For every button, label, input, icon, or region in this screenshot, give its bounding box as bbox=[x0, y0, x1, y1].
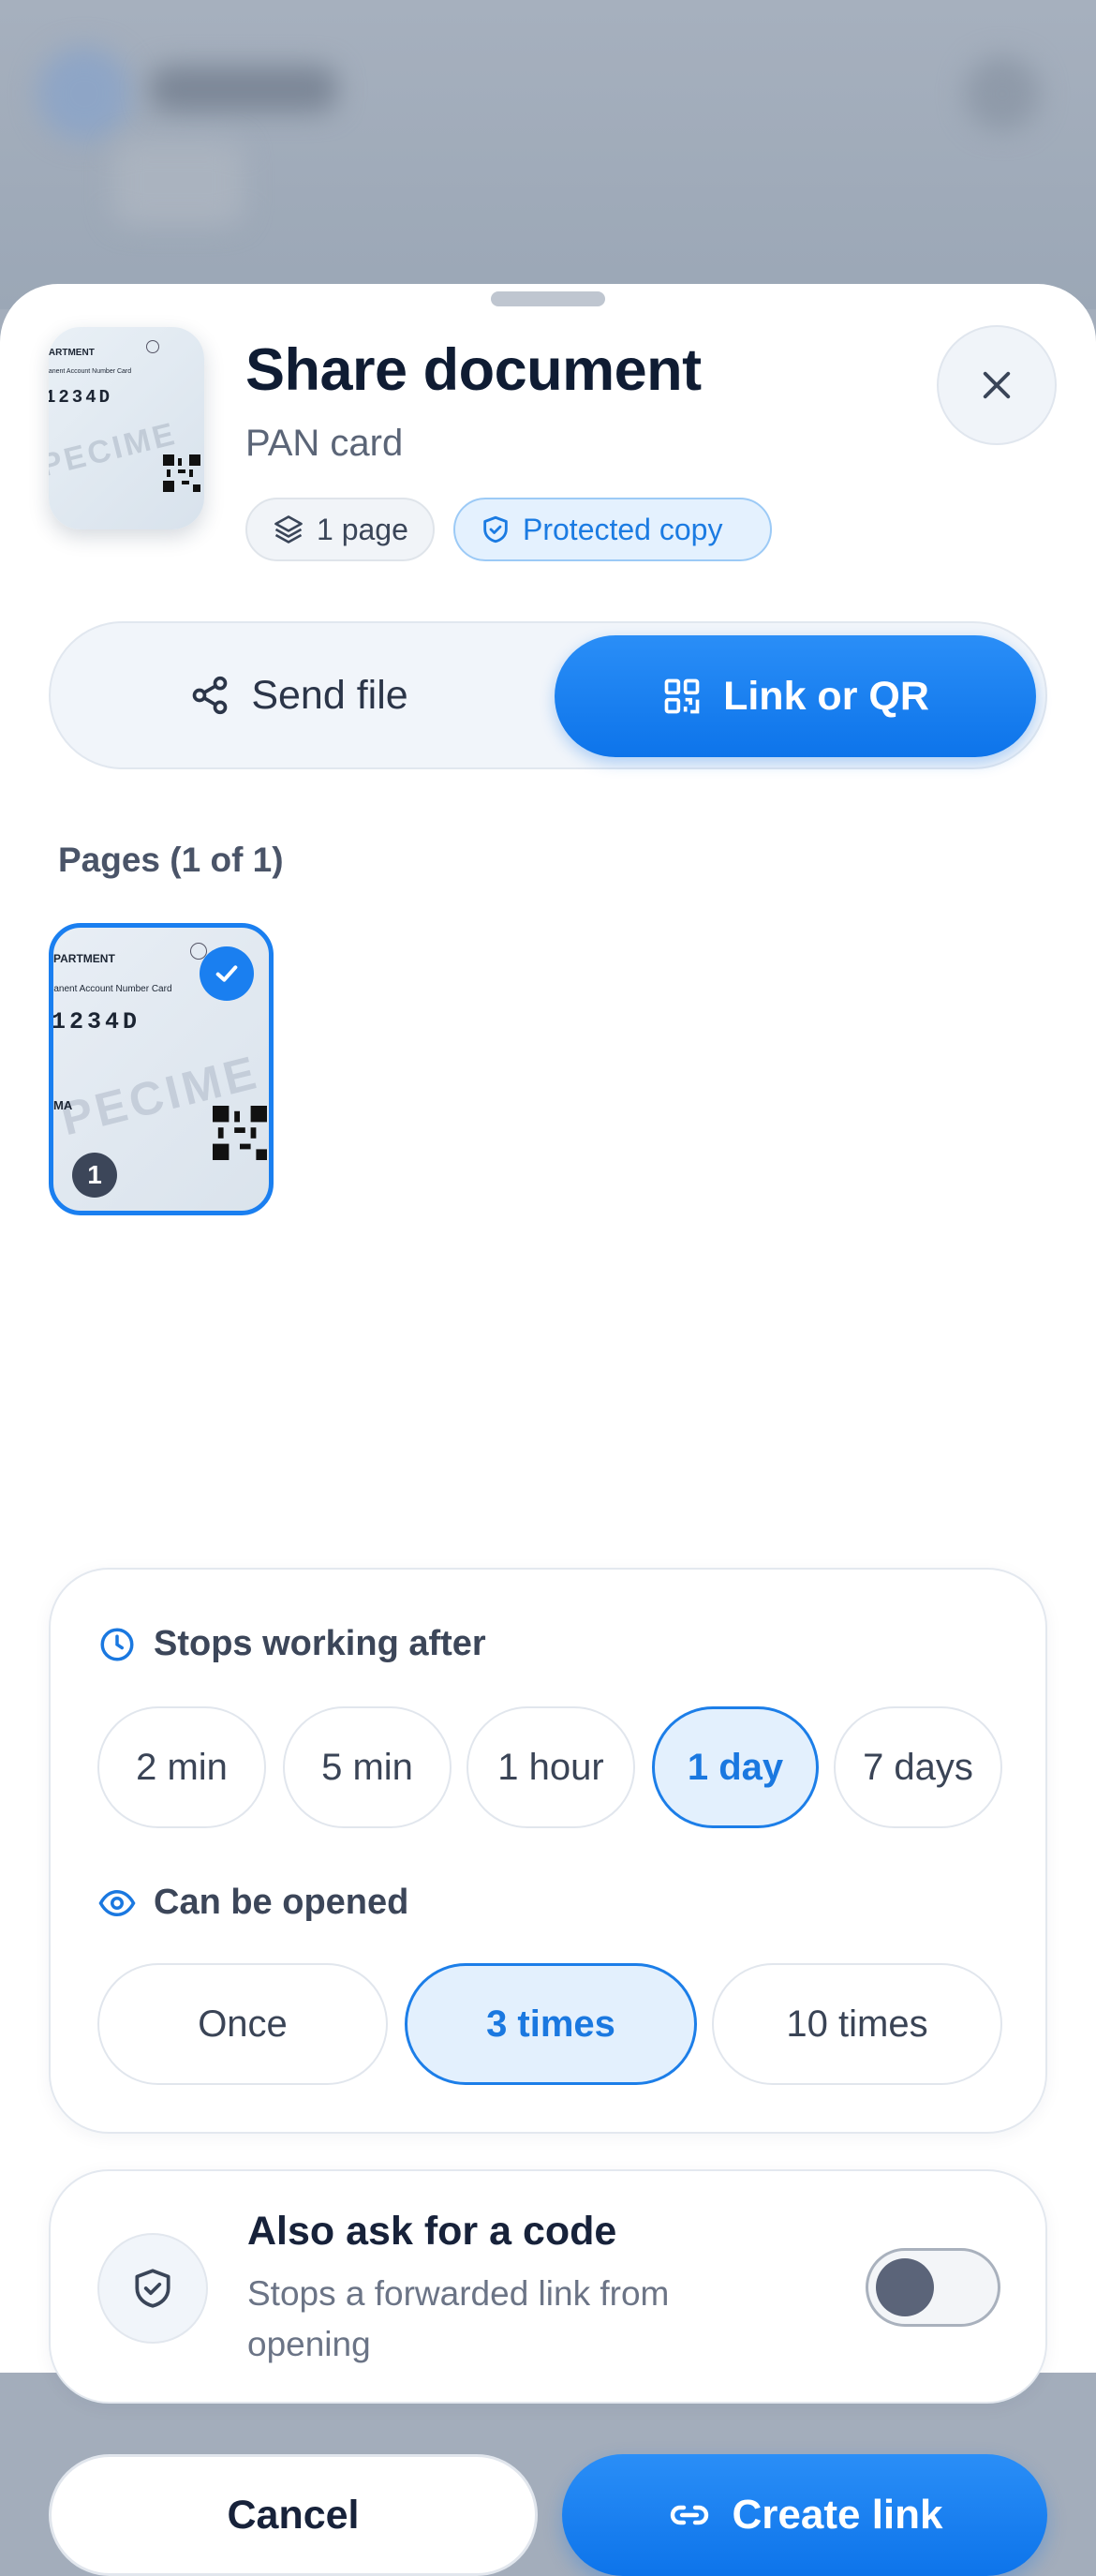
blurred-card bbox=[112, 141, 244, 225]
tab-send-file[interactable]: Send file bbox=[51, 623, 547, 767]
link-icon bbox=[670, 2505, 708, 2525]
page-qr-icon bbox=[213, 1106, 267, 1160]
layers-icon bbox=[274, 515, 303, 543]
page-number-text: 1234D bbox=[52, 1008, 141, 1035]
selected-check-badge bbox=[200, 946, 254, 1001]
protected-copy-chip: Protected copy bbox=[453, 498, 772, 561]
doc-line-1: PARTMENT bbox=[49, 348, 95, 358]
open-limit-option-10-times[interactable]: 10 times bbox=[712, 1963, 1002, 2085]
create-link-label: Create link bbox=[732, 2492, 943, 2538]
create-link-button[interactable]: Create link bbox=[562, 2454, 1047, 2576]
shield-check-icon bbox=[483, 515, 508, 543]
blurred-action bbox=[965, 56, 1040, 131]
expiry-option-5-min[interactable]: 5 min bbox=[283, 1706, 452, 1828]
page-count-label: 1 page bbox=[317, 512, 408, 546]
share-bottom-sheet: PARTMENT manent Account Number Card 1234… bbox=[0, 284, 1096, 2576]
open-limit-heading: Can be opened bbox=[97, 1883, 408, 1923]
qr-code-icon bbox=[664, 678, 700, 714]
passcode-toggle[interactable] bbox=[866, 2248, 1000, 2327]
passcode-description: Stops a forwarded link from opening bbox=[247, 2274, 670, 2363]
expiry-option-1-day[interactable]: 1 day bbox=[652, 1706, 819, 1828]
send-file-label: Send file bbox=[251, 672, 408, 718]
passcode-icon-circle bbox=[97, 2233, 208, 2344]
blurred-title bbox=[150, 66, 337, 112]
expiry-heading: Stops working after bbox=[97, 1624, 486, 1664]
tab-link-or-qr[interactable]: Link or QR bbox=[555, 635, 1036, 757]
clock-icon bbox=[100, 1628, 134, 1660]
passcode-card: Also ask for a code Stops a forwarded li… bbox=[49, 2169, 1047, 2404]
open-limit-title: Can be opened bbox=[154, 1883, 409, 1922]
link-or-qr-label: Link or QR bbox=[723, 673, 929, 719]
close-button[interactable] bbox=[937, 325, 1057, 445]
check-icon bbox=[215, 965, 238, 982]
share-icon bbox=[192, 676, 228, 715]
expiry-option-2-min[interactable]: 2 min bbox=[97, 1706, 266, 1828]
doc-watermark: PECIME bbox=[49, 415, 181, 484]
close-icon bbox=[983, 371, 1011, 399]
document-thumbnail: PARTMENT manent Account Number Card 1234… bbox=[49, 327, 204, 529]
page-line-2: manent Account Number Card bbox=[49, 984, 172, 994]
cancel-button[interactable]: Cancel bbox=[49, 2454, 538, 2576]
sheet-grabber[interactable] bbox=[491, 291, 605, 306]
expiry-option-1-hour[interactable]: 1 hour bbox=[467, 1706, 635, 1828]
sheet-title: Share document bbox=[245, 337, 702, 403]
toggle-knob bbox=[876, 2258, 934, 2316]
doc-qr-icon bbox=[163, 454, 200, 492]
share-mode-segmented-control: Send file Link or QR bbox=[49, 621, 1047, 769]
shield-check-icon bbox=[135, 2269, 170, 2308]
page-thumbnail-1[interactable]: PARTMENT manent Account Number Card 1234… bbox=[49, 923, 274, 1215]
page-line-1: PARTMENT bbox=[53, 952, 115, 965]
doc-number: 1234D bbox=[49, 387, 113, 408]
open-limit-option-once[interactable]: Once bbox=[97, 1963, 388, 2085]
document-name: PAN card bbox=[245, 423, 404, 464]
pages-section-label: Pages (1 of 1) bbox=[58, 841, 284, 879]
page-number-badge: 1 bbox=[72, 1153, 117, 1198]
emblem-icon bbox=[146, 340, 159, 353]
background-app-blurred bbox=[0, 0, 1096, 309]
open-limit-option-3-times[interactable]: 3 times bbox=[405, 1963, 697, 2085]
blurred-avatar bbox=[37, 47, 131, 141]
link-limits-card: Stops working after 2 min 5 min 1 hour 1… bbox=[49, 1568, 1047, 2134]
passcode-title: Also ask for a code bbox=[247, 2209, 617, 2254]
doc-line-2: manent Account Number Card bbox=[49, 368, 132, 375]
eye-icon bbox=[98, 1889, 136, 1916]
protected-copy-label: Protected copy bbox=[523, 512, 723, 546]
page-count-chip: 1 page bbox=[245, 498, 435, 561]
expiry-option-7-days[interactable]: 7 days bbox=[834, 1706, 1002, 1828]
expiry-title: Stops working after bbox=[154, 1624, 486, 1663]
page-line-4: MA bbox=[53, 1098, 73, 1112]
